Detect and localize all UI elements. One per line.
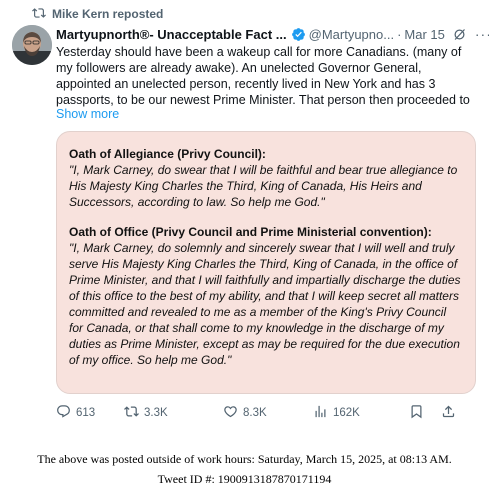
author-handle[interactable]: @Martyupno... xyxy=(309,27,394,42)
tweet-id: Tweet ID #: 1900913187870171194 xyxy=(157,472,332,486)
post-date[interactable]: Mar 15 xyxy=(404,27,444,42)
oath-office-heading: Oath of Office (Privy Council and Prime … xyxy=(69,225,432,239)
show-more-link[interactable]: Show more xyxy=(56,107,119,121)
reply-count: 613 xyxy=(76,407,96,419)
tweet-text: Yesterday should have been a wakeup call… xyxy=(56,45,470,107)
share-icon xyxy=(441,404,456,422)
repost-label: Mike Kern reposted xyxy=(52,7,164,21)
reply-icon xyxy=(56,404,71,422)
bookmark-button[interactable] xyxy=(409,404,441,422)
verified-badge-icon xyxy=(291,27,306,42)
like-count: 8.3K xyxy=(243,407,267,419)
repost-action-icon xyxy=(124,404,139,422)
avatar[interactable] xyxy=(12,25,52,65)
reply-button[interactable]: 613 xyxy=(56,404,120,422)
views-icon xyxy=(313,404,328,422)
repost-indicator[interactable]: Mike Kern reposted xyxy=(32,6,163,22)
action-bar: 613 3.3K 8.3K 162K xyxy=(56,402,476,424)
tweet-header: Martyupnorth®- Unacceptable Fact ... @Ma… xyxy=(56,25,489,43)
author-name[interactable]: Martyupnorth®- Unacceptable Fact ... xyxy=(56,27,287,42)
heart-icon xyxy=(223,404,238,422)
more-options-icon[interactable]: ··· xyxy=(475,26,489,42)
bookmark-icon xyxy=(409,404,424,422)
repost-count: 3.3K xyxy=(144,407,168,419)
repost-icon xyxy=(32,6,46,23)
separator-dot: · xyxy=(397,26,402,42)
oath-allegiance-text: "I, Mark Carney, do swear that I will be… xyxy=(69,163,458,209)
posted-time-note: The above was posted outside of work hou… xyxy=(37,452,452,466)
share-button[interactable] xyxy=(441,404,461,422)
like-button[interactable]: 8.3K xyxy=(223,404,313,422)
views-count: 162K xyxy=(333,407,360,419)
views-button[interactable]: 162K xyxy=(313,404,409,422)
attached-image[interactable]: Oath of Allegiance (Privy Council): "I, … xyxy=(56,131,476,394)
grok-icon[interactable] xyxy=(452,27,467,42)
oath-office-text: "I, Mark Carney, do solemnly and sincere… xyxy=(69,241,461,367)
oath-allegiance-heading: Oath of Allegiance (Privy Council): xyxy=(69,147,266,161)
tweet-card[interactable]: Mike Kern reposted Martyupnorth®- Unacce… xyxy=(0,0,489,432)
repost-button[interactable]: 3.3K xyxy=(124,404,223,422)
